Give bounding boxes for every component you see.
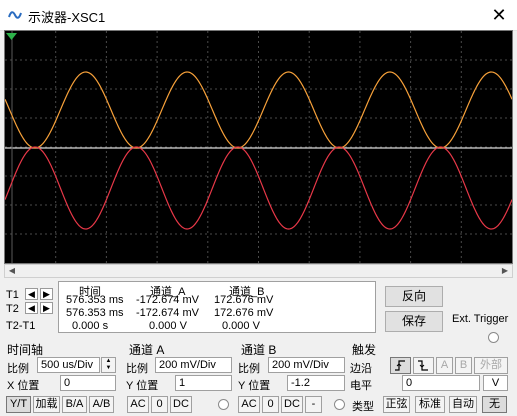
- t2-left-arrow-icon[interactable]: ◀: [25, 302, 38, 314]
- trigger-level-unit[interactable]: V: [483, 375, 508, 391]
- t1-right-arrow-icon[interactable]: ▶: [40, 288, 53, 300]
- channel-a-title: 通道 A: [129, 343, 165, 357]
- channel-b-terminal[interactable]: [334, 399, 345, 410]
- channel-a-terminal[interactable]: [218, 399, 229, 410]
- timebase-scale-label: 比例: [7, 363, 29, 375]
- t1-time: 576.353 ms: [66, 294, 124, 306]
- trigger-type-label: 类型: [352, 401, 374, 413]
- waveform-display: [5, 31, 512, 263]
- t2-t1-label: T2-T1: [6, 320, 36, 332]
- scope-screen: [4, 30, 513, 264]
- t2-right-arrow-icon[interactable]: ▶: [40, 302, 53, 314]
- mode-load-button[interactable]: 加载: [33, 396, 60, 413]
- channel-b-scale-label: 比例: [238, 363, 260, 375]
- scroll-right-icon[interactable]: ▶: [498, 265, 512, 277]
- trigger-source-b-button[interactable]: B: [455, 357, 472, 374]
- rising-edge-icon[interactable]: [390, 357, 411, 374]
- trigger-type-auto-button[interactable]: 自动: [449, 396, 477, 413]
- close-icon[interactable]: ✕: [488, 4, 510, 26]
- t1-channel-b: 172.676 mV: [214, 294, 274, 306]
- channel-b-scale-field[interactable]: 200 mV/Div: [268, 357, 345, 373]
- t1-left-arrow-icon[interactable]: ◀: [25, 288, 38, 300]
- channel-a-ac-button[interactable]: AC: [127, 396, 149, 413]
- t1-label: T1: [6, 289, 19, 301]
- channel-a-ypos-label: Y 位置: [126, 380, 159, 392]
- t1-channel-a: -172.674 mV: [136, 294, 199, 306]
- delta-channel-a: 0.000 V: [149, 320, 187, 332]
- channel-b-ac-button[interactable]: AC: [238, 396, 260, 413]
- trigger-edge-label: 边沿: [350, 363, 372, 375]
- timebase-scale-field[interactable]: 500 us/Div: [37, 357, 100, 373]
- trigger-source-ext-button[interactable]: 外部: [474, 357, 508, 374]
- window-title: 示波器-XSC1: [28, 10, 106, 25]
- mode-ab-button[interactable]: A/B: [89, 396, 114, 413]
- t2-label: T2: [6, 303, 19, 315]
- channel-b-dc-button[interactable]: DC: [281, 396, 303, 413]
- t2-channel-b: 172.676 mV: [214, 307, 274, 319]
- trigger-level-label: 电平: [350, 380, 372, 392]
- delta-time: 0.000 s: [72, 320, 109, 332]
- channel-a-scale-label: 比例: [126, 363, 148, 375]
- channel-b-title: 通道 B: [241, 343, 277, 357]
- channel-a-scale-field[interactable]: 200 mV/Div: [155, 357, 232, 373]
- channel-b-ypos-label: Y 位置: [238, 380, 271, 392]
- trigger-type-sine-button[interactable]: 正弦: [383, 396, 410, 413]
- trigger-title: 触发: [352, 343, 377, 357]
- delta-channel-b: 0.000 V: [222, 320, 260, 332]
- mode-yt-button[interactable]: Y/T: [6, 396, 31, 413]
- channel-b-ypos-field[interactable]: -1.2: [287, 375, 345, 391]
- channel-b-minus-button[interactable]: -: [305, 396, 322, 413]
- trigger-source-a-button[interactable]: A: [436, 357, 453, 374]
- t2-channel-a: -172.674 mV: [136, 307, 199, 319]
- title-bar: 示波器-XSC1 ✕: [0, 0, 517, 31]
- timebase-title: 时间轴: [7, 343, 44, 357]
- channel-b-zero-button[interactable]: 0: [262, 396, 279, 413]
- save-button[interactable]: 保存: [385, 311, 443, 332]
- trigger-type-none-button[interactable]: 无: [482, 396, 507, 413]
- timebase-scale-spinner[interactable]: ▲ ▼: [101, 357, 116, 373]
- t2-time: 576.353 ms: [66, 307, 124, 319]
- mode-ba-button[interactable]: B/A: [62, 396, 87, 413]
- horizontal-scrollbar[interactable]: ◀ ▶: [4, 264, 513, 278]
- falling-edge-icon[interactable]: [413, 357, 434, 374]
- scroll-left-icon[interactable]: ◀: [5, 265, 19, 277]
- x-position-label: X 位置: [7, 380, 40, 392]
- oscilloscope-icon: [8, 11, 22, 19]
- reverse-button[interactable]: 反向: [385, 286, 443, 307]
- ext-trigger-terminal[interactable]: [488, 332, 499, 343]
- channel-a-ypos-field[interactable]: 1: [175, 375, 232, 391]
- channel-a-dc-button[interactable]: DC: [170, 396, 192, 413]
- ext-trigger-label: Ext. Trigger: [452, 313, 509, 325]
- trigger-level-field[interactable]: 0: [402, 375, 480, 391]
- trigger-type-normal-button[interactable]: 标准: [415, 396, 445, 413]
- x-position-field[interactable]: 0: [60, 375, 116, 391]
- cursor-t1-marker[interactable]: [6, 33, 17, 40]
- channel-a-zero-button[interactable]: 0: [151, 396, 168, 413]
